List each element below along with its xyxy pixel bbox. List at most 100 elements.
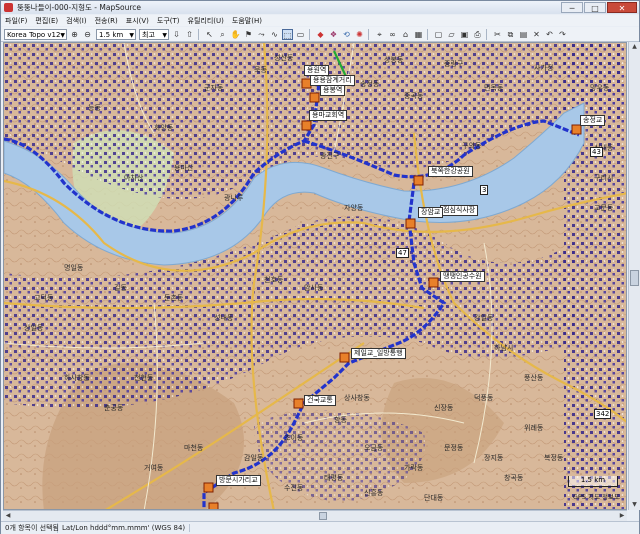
menu-edit[interactable]: 편집(E): [31, 16, 62, 26]
send-to-device-icon[interactable]: ⇧: [184, 29, 195, 40]
menu-bar: 파일(F) 편집(E) 검색(I) 전송(R) 표시(V) 도구(T) 유틸리티…: [1, 15, 639, 26]
title-bar[interactable]: 뚱뚱나들이-000-지형도 - MapSource ─ □ ✕: [1, 1, 639, 14]
place-label: 하남시: [494, 344, 514, 352]
menu-help[interactable]: 도움말(H): [228, 16, 266, 26]
selection-status: 0개 항목이 선택됨: [1, 523, 59, 533]
menu-utilities[interactable]: 유틸리티(U): [184, 16, 228, 26]
poi-label[interactable]: 용마교회역: [309, 110, 348, 121]
save-icon[interactable]: ▣: [459, 29, 470, 40]
poi-label[interactable]: 땡땡인공수원: [440, 271, 485, 282]
paste-icon[interactable]: ▤: [518, 29, 529, 40]
open-folder-icon[interactable]: ▱: [446, 29, 457, 40]
scroll-left-icon[interactable]: ◀: [3, 511, 13, 521]
poi-label[interactable]: 제일교_일방통행: [351, 348, 406, 359]
redo-icon[interactable]: ↷: [557, 29, 568, 40]
maximize-button[interactable]: □: [584, 2, 606, 13]
vertical-scroll-thumb[interactable]: [630, 270, 639, 286]
scroll-up-icon[interactable]: ▲: [629, 42, 640, 52]
place-label: 오금동: [364, 444, 384, 452]
place-label: 마천동: [184, 444, 204, 452]
detail-level-select[interactable]: 최고 ▼: [139, 28, 169, 40]
new-file-icon[interactable]: ▢: [433, 29, 444, 40]
place-label: 덕풍동: [474, 394, 494, 402]
receive-from-device-icon[interactable]: ⇩: [171, 29, 182, 40]
mapsource-app-icon: [4, 3, 13, 12]
window-title: 뚱뚱나들이-000-지형도 - MapSource: [17, 3, 141, 12]
place-label: 단대동: [424, 494, 444, 502]
find-address-icon[interactable]: ⌂: [400, 29, 411, 40]
zoom-in-icon[interactable]: ⊕: [69, 29, 80, 40]
delete-icon[interactable]: ✕: [531, 29, 542, 40]
place-label: 신흥동: [364, 489, 384, 497]
place-label: 묵동: [254, 66, 267, 74]
place-label: 항동: [334, 416, 347, 424]
place-label: 고덕동: [34, 294, 54, 302]
binoculars-icon[interactable]: ∞: [387, 29, 398, 40]
map-view[interactable]: 용원역 용용잠계거리 용봉역 용마교회역 북쪽한강공원 점심식사장 장암교 땡땡…: [3, 42, 627, 510]
toolbar: Korea Topo v12 ▼ ⊕ ⊖ 1.5 km ▼ 최고 ▼ ⇩ ⇧ ↖ ⌕ …: [1, 27, 639, 42]
menu-tools[interactable]: 도구(T): [153, 16, 184, 26]
zoom-tool-icon[interactable]: ⌕: [217, 29, 228, 40]
copy-icon[interactable]: ⧉: [505, 29, 516, 40]
close-button[interactable]: ✕: [607, 2, 637, 13]
place-label: 풍산동: [524, 374, 544, 382]
scroll-down-icon[interactable]: ▼: [629, 500, 640, 510]
horizontal-scrollbar[interactable]: ◀ ▶: [3, 510, 627, 521]
toolbar-separator: [427, 28, 428, 40]
place-label: 구의동: [462, 142, 482, 150]
waypoint-flag-icon[interactable]: ⚑: [243, 29, 254, 40]
minimize-button[interactable]: ─: [561, 2, 583, 13]
place-label: 초이동: [284, 434, 304, 442]
place-label: 광진구: [320, 152, 340, 160]
undo-icon[interactable]: ↶: [544, 29, 555, 40]
coordinate-format: Lat/Lon hddd°mm.mmm' (WGS 84): [58, 524, 191, 532]
menu-find[interactable]: 검색(I): [62, 16, 90, 26]
toolbar-separator: [368, 28, 369, 40]
find-nearby-icon[interactable]: ⌖: [374, 29, 385, 40]
selection-tool-icon[interactable]: ↖: [204, 29, 215, 40]
track-tool-icon[interactable]: ∿: [269, 29, 280, 40]
place-label: 태평동: [324, 474, 344, 482]
place-label: 춘궁동: [104, 404, 124, 412]
menu-transfer[interactable]: 전송(R): [91, 16, 122, 26]
track-icon[interactable]: ⟲: [341, 29, 352, 40]
route-icon[interactable]: ❖: [328, 29, 339, 40]
zoom-scale-value: 1.5 km: [99, 30, 124, 39]
find-place-icon[interactable]: ▦: [413, 29, 424, 40]
menu-file[interactable]: 파일(F): [1, 16, 31, 26]
zoom-out-icon[interactable]: ⊖: [82, 29, 93, 40]
cut-icon[interactable]: ✂: [492, 29, 503, 40]
menu-view[interactable]: 표시(V): [122, 16, 153, 26]
place-label: 상봉동: [384, 56, 404, 64]
poi-label[interactable]: 용봉역: [320, 85, 346, 96]
poi-label[interactable]: 송정교: [580, 115, 606, 126]
map-select-tool-icon[interactable]: ⬚: [282, 28, 293, 40]
map-icon[interactable]: ✺: [354, 29, 365, 40]
poi-label[interactable]: 방문시가리교: [216, 475, 261, 486]
horizontal-scroll-thumb[interactable]: [319, 512, 327, 520]
place-label: 송정동: [360, 80, 380, 88]
pan-hand-icon[interactable]: ✋: [230, 29, 241, 40]
toolbar-separator: [486, 28, 487, 40]
poi-label[interactable]: 건국교통: [304, 395, 336, 406]
route-tool-icon[interactable]: ⤳: [256, 29, 267, 40]
chevron-down-icon: ▼: [162, 31, 167, 39]
poi-label[interactable]: 점심식사장: [440, 205, 479, 216]
vertical-scrollbar[interactable]: ▲ ▼: [628, 42, 640, 510]
scroll-right-icon[interactable]: ▶: [617, 511, 627, 521]
map-copyright: GPS 지도 정보도: [572, 493, 620, 501]
place-label: 문정동: [444, 444, 464, 452]
place-label: 암사동: [304, 284, 324, 292]
road-sign: 3: [480, 185, 489, 195]
chevron-down-icon: ▼: [129, 31, 134, 39]
place-label: 중랑구: [444, 60, 464, 68]
poi-label[interactable]: 북쪽한강공원: [428, 166, 473, 177]
place-label: 자양동: [344, 204, 364, 212]
place-label: 아차산: [124, 174, 144, 182]
map-product-select[interactable]: Korea Topo v12 ▼: [4, 28, 67, 40]
poi-label[interactable]: 장암교: [418, 207, 444, 218]
waypoint-icon[interactable]: ◆: [315, 29, 326, 40]
zoom-scale-select[interactable]: 1.5 km ▼: [96, 28, 136, 40]
measure-tool-icon[interactable]: ▭: [295, 29, 306, 40]
print-icon[interactable]: ⎙: [472, 29, 483, 40]
